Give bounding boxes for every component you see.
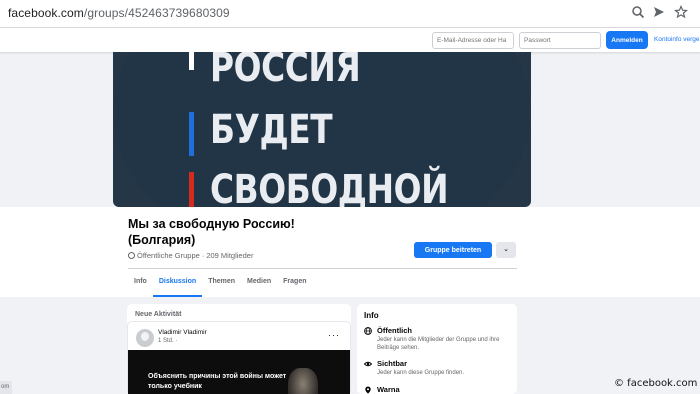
group-meta: Öffentliche Gruppe · 209 Mitglieder [128,251,253,260]
info-item-desc: Jeder kann die Mitglieder der Gruppe und… [377,337,500,351]
eye-icon [363,360,373,368]
info-title: Info [364,311,379,320]
globe-icon [128,252,135,259]
location-pin-icon [364,386,372,394]
flag-stripe-red [189,172,194,207]
post-menu-icon[interactable]: ··· [328,330,340,340]
zoom-icon[interactable] [630,5,646,21]
globe-icon [364,327,372,335]
flag-stripe-blue [189,112,194,156]
portrait-photo [288,368,318,394]
info-item-title: Warna [377,385,400,394]
post-image-text: Объяснить причины этой войны может тольк… [148,373,287,390]
group-header [0,207,700,297]
facebook-login-bar: Anmelden Kontoinfo verge [0,28,700,52]
watermark: © facebook.com [614,378,698,389]
cover-text-line-2: БУДЕТ [210,107,333,153]
url-path: /groups/452463739680309 [83,6,230,20]
star-icon[interactable] [673,4,689,21]
password-field[interactable] [519,32,601,49]
left-cropped-text: om [0,381,12,394]
header-divider [128,268,517,269]
chevron-down-icon: ⌄ [503,246,509,253]
tab-media[interactable]: Medien [241,270,277,297]
post-author[interactable]: Vladimir Vladimir [158,329,207,336]
group-tabs: Info Diskussion Themen Medien Fragen [128,270,313,297]
group-members[interactable]: 209 Mitglieder [206,251,253,260]
share-arrow-icon[interactable] [651,5,667,21]
join-group-button[interactable]: Gruppe beitreten [414,242,492,258]
info-panel: Info Öffentlich Jeder kann die Mitgliede… [357,304,517,394]
feed-section-title: Neue Aktivität [135,311,182,318]
info-item-title: Öffentlich [377,326,412,335]
tab-info[interactable]: Info [128,270,153,297]
post-card[interactable]: Vladimir Vladimir 1 Std. · ··· Объяснить… [128,322,350,394]
login-button[interactable]: Anmelden [606,31,648,49]
more-options-button[interactable]: ⌄ [496,242,516,258]
tab-discussion[interactable]: Diskussion [152,270,203,297]
group-cover-image: РОССИЯ БУДЕТ СВОБОДНОЙ [113,52,531,207]
cover-text-line-3: СВОБОДНОЙ [210,167,449,207]
info-item-desc: Jeder kann diese Gruppe finden. [377,370,465,376]
email-field[interactable] [432,32,514,49]
info-item-title: Sichtbar [377,359,408,368]
post-time[interactable]: 1 Std. · [158,338,177,344]
group-title[interactable]: Мы за свободную Россию! (Болгария) [128,216,348,248]
forgot-account-link[interactable]: Kontoinfo verge [654,36,700,43]
group-privacy[interactable]: Öffentliche Gruppe [137,251,200,260]
browser-address-bar[interactable]: facebook.com/groups/452463739680309 [0,0,700,28]
tab-questions[interactable]: Fragen [277,270,312,297]
avatar[interactable] [136,329,154,347]
cover-text-line-1: РОССИЯ [210,52,361,91]
flag-stripe-white [189,52,194,70]
post-image[interactable]: Объяснить причины этой войны может тольк… [128,350,350,394]
url-domain: facebook.com [8,6,84,20]
meta-separator: · [201,251,205,260]
url-text[interactable]: facebook.com/groups/452463739680309 [8,6,230,20]
tab-topics[interactable]: Themen [202,270,241,297]
